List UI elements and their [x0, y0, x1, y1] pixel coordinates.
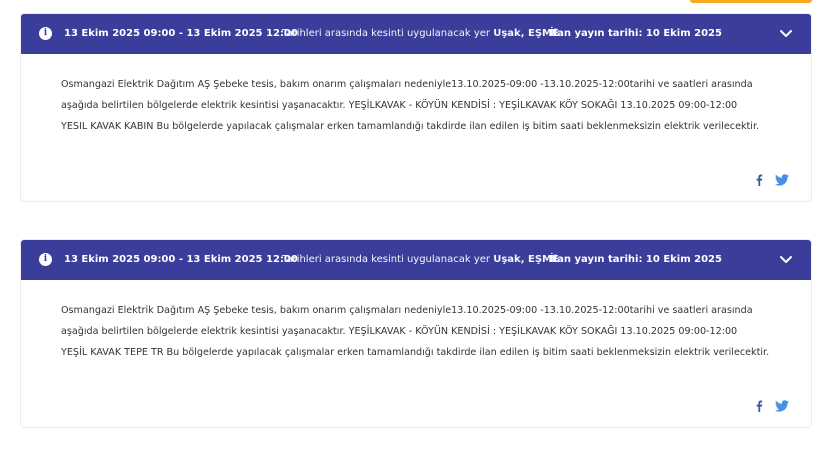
outage-header[interactable]: i 13 Ekim 2025 09:00 - 13 Ekim 2025 12:0…	[21, 240, 811, 280]
outage-date-range: 13 Ekim 2025 09:00 - 13 Ekim 2025 12:00	[64, 254, 298, 265]
facebook-icon[interactable]	[755, 400, 763, 412]
twitter-icon[interactable]	[775, 400, 789, 412]
description-line: Osmangazi Elektrik Dağıtım AŞ Şebeke tes…	[61, 305, 753, 316]
top-accent-bar	[690, 0, 812, 3]
chevron-down-icon[interactable]	[779, 26, 793, 40]
description-line: YEŞİL KAVAK TEPE TR Bu bölgelerde yapıla…	[61, 347, 770, 358]
location-prefix: Tarihleri arasında kesinti uygulanacak y…	[282, 28, 491, 39]
outage-card: i 13 Ekim 2025 09:00 - 13 Ekim 2025 12:0…	[20, 13, 812, 202]
location-prefix: Tarihleri arasında kesinti uygulanacak y…	[282, 254, 491, 265]
outage-description: Osmangazi Elektrik Dağıtım AŞ Şebeke tes…	[61, 300, 796, 363]
twitter-icon[interactable]	[775, 174, 789, 186]
chevron-down-icon[interactable]	[779, 252, 793, 266]
facebook-icon[interactable]	[755, 174, 763, 186]
description-line: aşağıda belirtilen bölgelerde elektrik k…	[61, 100, 738, 111]
outage-card: i 13 Ekim 2025 09:00 - 13 Ekim 2025 12:0…	[20, 239, 812, 428]
outage-location-text: Tarihleri arasında kesinti uygulanacak y…	[282, 254, 559, 265]
info-icon: i	[39, 253, 52, 266]
outage-header[interactable]: i 13 Ekim 2025 09:00 - 13 Ekim 2025 12:0…	[21, 14, 811, 54]
description-line: YESIL KAVAK KABIN Bu bölgelerde yapılaca…	[61, 121, 760, 132]
info-icon: i	[39, 27, 52, 40]
outage-location: Uşak, EŞME	[493, 254, 559, 265]
share-buttons	[755, 174, 789, 186]
share-buttons	[755, 400, 789, 412]
description-line: aşağıda belirtilen bölgelerde elektrik k…	[61, 326, 738, 337]
outage-location: Uşak, EŞME	[493, 28, 559, 39]
outage-description: Osmangazi Elektrik Dağıtım AŞ Şebeke tes…	[61, 74, 796, 137]
publish-date: İlan yayın tarihi: 10 Ekim 2025	[550, 254, 722, 265]
outage-date-range: 13 Ekim 2025 09:00 - 13 Ekim 2025 12:00	[64, 28, 298, 39]
outage-location-text: Tarihleri arasında kesinti uygulanacak y…	[282, 28, 559, 39]
publish-date: İlan yayın tarihi: 10 Ekim 2025	[550, 28, 722, 39]
description-line: Osmangazi Elektrik Dağıtım AŞ Şebeke tes…	[61, 79, 753, 90]
